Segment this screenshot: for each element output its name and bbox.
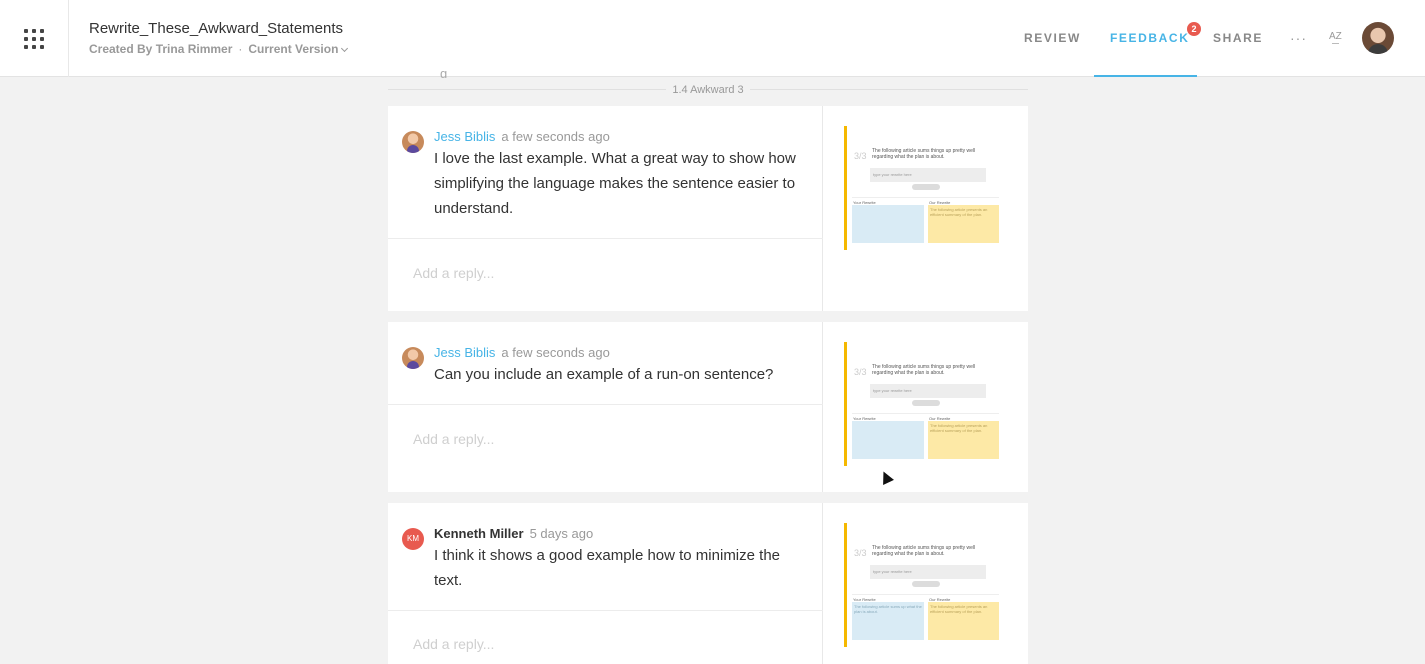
reply-input[interactable]: Add a reply... (413, 265, 494, 281)
reply-divider (388, 238, 823, 239)
comment-card: Jess Biblis a few seconds ago Can you inc… (388, 322, 1028, 492)
comment-time: a few seconds ago (501, 345, 610, 360)
comment-author[interactable]: Jess Biblis a few seconds ago (434, 129, 610, 144)
chevron-down-icon (341, 44, 349, 53)
comment-author[interactable]: Jess Biblis a few seconds ago (434, 345, 610, 360)
thumb-title: The following article sums things up pre… (872, 364, 976, 376)
grid-icon (24, 28, 44, 49)
avatar (402, 347, 424, 369)
thumb-title: The following article sums things up pre… (872, 545, 976, 557)
more-options-icon[interactable]: ··· (1290, 30, 1307, 46)
comment-time: 5 days ago (529, 526, 594, 541)
thumb-title: The following article sums things up pre… (872, 148, 976, 160)
document-meta: Created By Trina Rimmer · Current Version (89, 42, 349, 56)
reply-input[interactable]: Add a reply... (413, 636, 494, 652)
slide-thumbnail-panel: 3/3 The following article sums things up… (824, 106, 1028, 311)
highlight-bar (844, 342, 847, 466)
thumb-number: 3/3 (854, 367, 867, 377)
thumb-input: type your rewrite here (870, 384, 986, 398)
reply-divider (388, 610, 823, 611)
comment-card: KM Kenneth Miller 5 days ago I think it s… (388, 503, 1028, 664)
thumb-input: type your rewrite here (870, 565, 986, 579)
online-status-icon (402, 347, 406, 349)
thumb-our-box: The following article presents an effici… (928, 421, 999, 459)
partial-heading: g (440, 66, 448, 78)
thumb-your-box (852, 205, 924, 243)
highlight-bar (844, 126, 847, 250)
online-status-icon (402, 131, 406, 133)
reply-divider (388, 404, 823, 405)
comment-text: I think it shows a good example how to m… (434, 547, 781, 589)
slide-thumbnail-panel: 3/3 The following article sums things up… (824, 322, 1028, 492)
tab-review[interactable]: REVIEW (1024, 31, 1081, 45)
author-name: Kenneth Miller (434, 526, 524, 541)
thumb-divider (852, 413, 999, 414)
thumb-button (912, 400, 940, 406)
slide-label: 1.4 Awkward 3 (388, 84, 1028, 96)
thumb-your-box (852, 421, 924, 459)
tab-feedback[interactable]: FEEDBACK (1110, 31, 1189, 45)
thumb-input: type your rewrite here (870, 168, 986, 182)
slide-thumbnail-panel: 3/3 The following article sums things up… (824, 503, 1028, 664)
comment-text: Can you include an example of a run-on s… (434, 366, 774, 383)
meta-separator: · (238, 42, 243, 56)
sort-az-icon[interactable]: AZ (1329, 31, 1342, 44)
slide-thumbnail[interactable]: 3/3 The following article sums things up… (844, 342, 1004, 466)
apps-menu-button[interactable] (0, 0, 69, 77)
comment-card: Jess Biblis a few seconds ago I love the … (388, 106, 1028, 311)
tab-share[interactable]: SHARE (1213, 31, 1263, 45)
comment-text: I love the last example. What a great wa… (434, 150, 796, 217)
thumb-divider (852, 197, 999, 198)
thumb-divider (852, 594, 999, 595)
thumb-number: 3/3 (854, 151, 867, 161)
slide-label-text: 1.4 Awkward 3 (666, 84, 750, 96)
version-dropdown[interactable]: Current Version (248, 42, 349, 56)
thumb-our-box: The following article presents an effici… (928, 602, 999, 640)
thumb-button (912, 184, 940, 190)
comment-thread: KM Kenneth Miller 5 days ago I think it s… (388, 503, 823, 664)
comment-time: a few seconds ago (501, 129, 610, 144)
thumb-your-box: The following article sums up what the p… (852, 602, 924, 640)
document-title: Rewrite_These_Awkward_Statements (89, 20, 344, 37)
active-tab-indicator (1094, 75, 1197, 77)
avatar: KM (402, 528, 424, 550)
thumb-button (912, 581, 940, 587)
comment-thread: Jess Biblis a few seconds ago I love the … (388, 106, 823, 311)
reply-input[interactable]: Add a reply... (413, 431, 494, 447)
version-label: Current Version (248, 42, 339, 56)
user-avatar[interactable] (1362, 22, 1394, 54)
slide-thumbnail[interactable]: 3/3 The following article sums things up… (844, 523, 1004, 647)
highlight-bar (844, 523, 847, 647)
author-name: Jess Biblis (434, 129, 496, 144)
author-name: Jess Biblis (434, 345, 496, 360)
thumb-our-box: The following article presents an effici… (928, 205, 999, 243)
feedback-count-badge: 2 (1187, 22, 1201, 36)
top-header: Rewrite_These_Awkward_Statements Created… (0, 0, 1425, 77)
thumb-number: 3/3 (854, 548, 867, 558)
comment-author[interactable]: Kenneth Miller 5 days ago (434, 526, 593, 541)
avatar (402, 131, 424, 153)
created-by: Created By Trina Rimmer (89, 42, 233, 56)
comment-thread: Jess Biblis a few seconds ago Can you inc… (388, 322, 823, 492)
slide-thumbnail[interactable]: 3/3 The following article sums things up… (844, 126, 1004, 250)
